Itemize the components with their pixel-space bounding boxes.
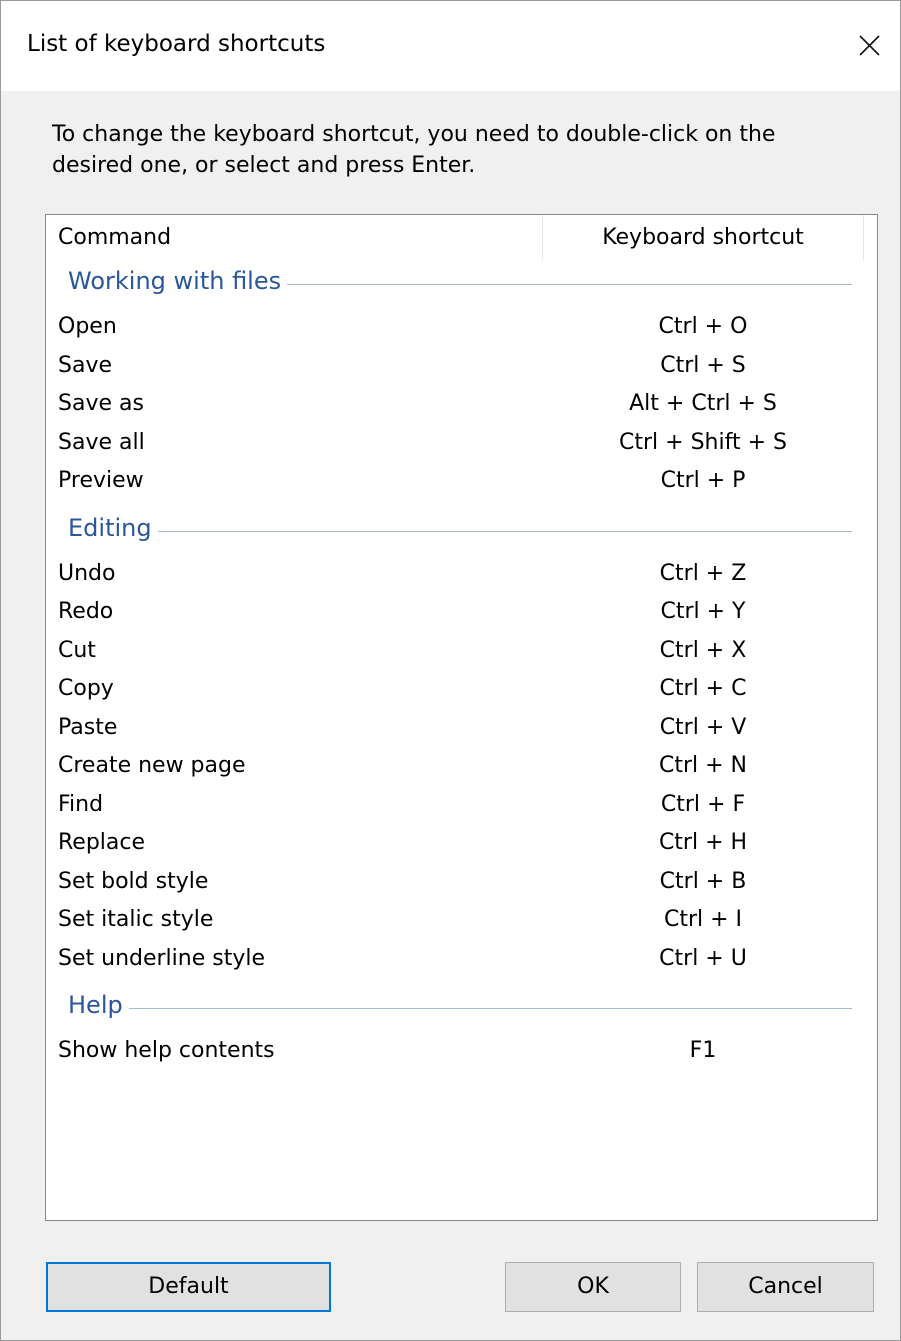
cancel-button[interactable]: Cancel [697, 1262, 874, 1312]
command-label: Open [58, 314, 117, 339]
command-label: Save all [58, 430, 145, 455]
shortcut-label: Ctrl + P [660, 468, 746, 493]
list-item[interactable]: Redo Ctrl + Y [46, 594, 877, 632]
shortcut-label: F1 [689, 1038, 717, 1063]
shortcut-label: Ctrl + Y [660, 599, 746, 624]
list-item[interactable]: Set italic style Ctrl + I [46, 902, 877, 940]
shortcut-label: Alt + Ctrl + S [629, 391, 777, 416]
command-label: Redo [58, 599, 114, 624]
list-item[interactable]: Paste Ctrl + V [46, 710, 877, 748]
ok-button[interactable]: OK [505, 1262, 681, 1312]
list-item[interactable]: Cut Ctrl + X [46, 633, 877, 671]
group-header: Help [46, 989, 877, 1029]
command-label: Find [58, 792, 104, 817]
list-item[interactable]: Preview Ctrl + P [46, 463, 877, 501]
group-divider [68, 1008, 852, 1009]
list-item[interactable]: Open Ctrl + O [46, 309, 877, 347]
group-divider [68, 530, 852, 532]
list-item[interactable]: Replace Ctrl + H [46, 825, 877, 863]
shortcut-label: Ctrl + F [660, 792, 746, 817]
column-separator[interactable] [863, 215, 864, 260]
list-item[interactable]: Set bold style Ctrl + B [46, 864, 877, 902]
command-label: Set underline style [58, 946, 266, 971]
list-item[interactable]: Set underline style Ctrl + U [46, 941, 877, 979]
list-item[interactable]: Save Ctrl + S [46, 348, 877, 386]
shortcut-label: Ctrl + U [659, 946, 747, 971]
shortcut-label: Ctrl + C [659, 676, 747, 701]
command-label: Set bold style [58, 869, 209, 894]
command-label: Cut [58, 638, 96, 663]
command-label: Paste [58, 715, 118, 740]
list-item[interactable]: Undo Ctrl + Z [46, 556, 877, 594]
group-header: Editing [46, 512, 877, 552]
group-header: Working with files [46, 265, 877, 305]
list-item[interactable]: Find Ctrl + F [46, 787, 877, 825]
command-label: Replace [58, 830, 146, 855]
shortcut-label: Ctrl + Shift + S [619, 430, 787, 455]
close-icon [859, 35, 880, 56]
shortcuts-list[interactable]: Command Keyboard shortcut Working with f… [45, 214, 878, 1221]
group-label: Editing [68, 513, 158, 542]
window-title: List of keyboard shortcuts [27, 31, 326, 57]
shortcut-label: Ctrl + V [659, 715, 747, 740]
instructions-text: To change the keyboard shortcut, you nee… [52, 122, 776, 178]
column-header-command[interactable]: Command [58, 225, 171, 250]
shortcut-label: Ctrl + B [659, 869, 747, 894]
shortcut-label: Ctrl + X [659, 638, 747, 663]
command-label: Copy [58, 676, 114, 701]
command-label: Save [58, 353, 113, 378]
command-label: Save as [58, 391, 144, 416]
shortcuts-dialog: List of keyboard shortcuts To change the… [0, 0, 901, 1341]
command-label: Create new page [58, 753, 246, 778]
command-label: Undo [58, 561, 116, 586]
command-label: Preview [58, 468, 144, 493]
column-header-shortcut[interactable]: Keyboard shortcut [543, 225, 863, 250]
command-label: Show help contents [58, 1038, 275, 1063]
default-button[interactable]: Default [46, 1262, 331, 1312]
shortcut-label: Ctrl + S [660, 353, 746, 378]
list-item[interactable]: Copy Ctrl + C [46, 671, 877, 709]
group-label: Working with files [68, 267, 288, 295]
group-label: Help [68, 991, 129, 1019]
list-header: Command Keyboard shortcut [46, 215, 877, 263]
command-label: Set italic style [58, 907, 214, 932]
shortcut-label: Ctrl + I [663, 907, 743, 932]
list-item[interactable]: Show help contents F1 [46, 1033, 877, 1071]
shortcut-label: Ctrl + Z [659, 561, 747, 586]
list-item[interactable]: Save as Alt + Ctrl + S [46, 386, 877, 424]
shortcut-label: Ctrl + O [658, 314, 748, 339]
shortcut-label: Ctrl + H [658, 830, 748, 855]
list-item[interactable]: Create new page Ctrl + N [46, 748, 877, 786]
list-item[interactable]: Save all Ctrl + Shift + S [46, 425, 877, 463]
close-button[interactable] [847, 23, 891, 67]
title-bar: List of keyboard shortcuts [1, 1, 900, 91]
shortcut-label: Ctrl + N [658, 753, 748, 778]
